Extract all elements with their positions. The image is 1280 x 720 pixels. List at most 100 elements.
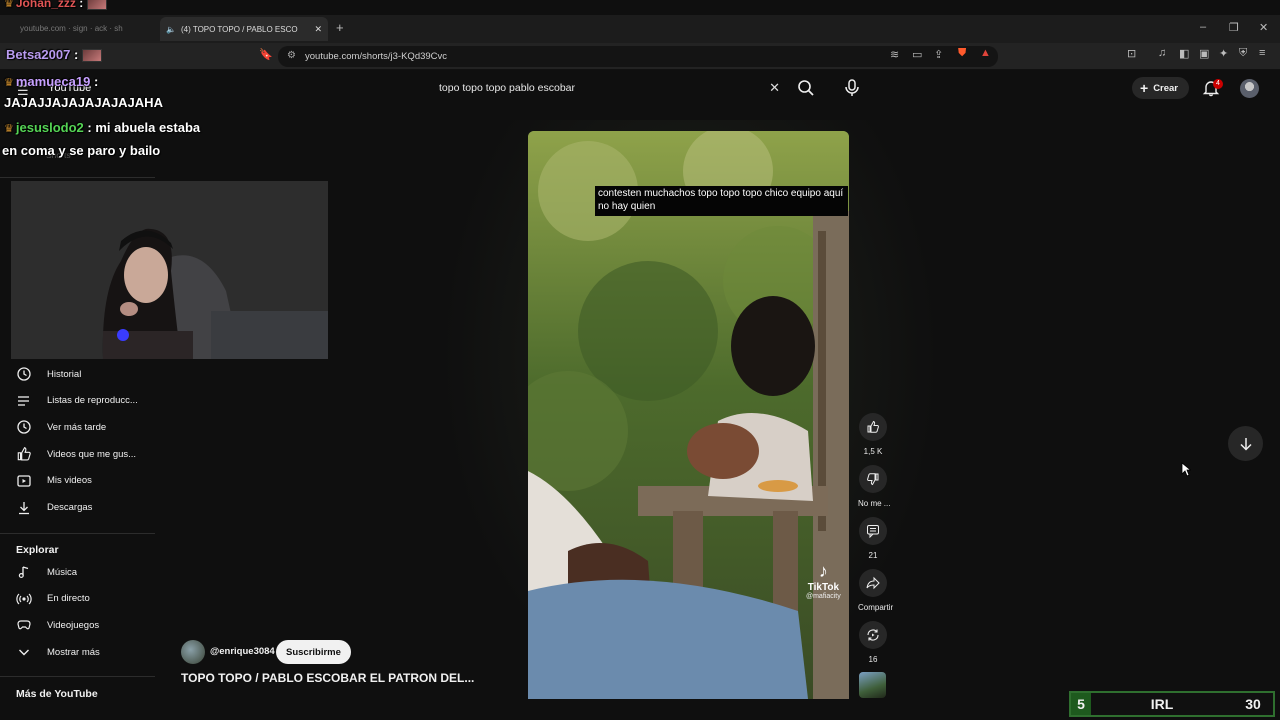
sidebar-toggle-icon[interactable]: ◧ [1179,47,1189,60]
search-query-text: topo topo topo pablo escobar [439,82,576,94]
sidebar-item-label: Mis videos [47,475,92,487]
subscribe-button[interactable]: Suscribirme [276,640,351,664]
media-icon[interactable]: ♫ [1158,47,1166,59]
comments-action[interactable]: 21 [858,517,888,560]
streamer-webcam [11,181,328,359]
share-page-icon[interactable]: ⇪ [934,48,943,61]
plus-icon: + [1140,80,1149,96]
vpn-icon[interactable]: ⛨ [1239,47,1247,60]
like-count: 1,5 K [863,447,883,456]
thumbs-up-icon [867,420,879,433]
remix-action[interactable]: 16 [858,621,888,664]
play-square-icon [16,473,32,489]
rewards-icon[interactable]: ▲ [980,47,991,59]
share-action[interactable]: Compartir [858,569,894,612]
next-short-button[interactable] [1228,426,1263,461]
chat-message: ♛ jesuslodo2 : mi abuela estaba [4,120,201,135]
arrow-down-icon [1239,437,1252,451]
channel-avatar[interactable] [181,640,205,664]
like-action[interactable]: 1,5 K [858,413,888,456]
tab-title: (4) TOPO TOPO / PABLO ESCO [180,24,298,34]
crown-badge-icon: ♛ [4,77,14,89]
brave-shield-icon[interactable]: ⛊ [958,47,966,60]
channel-name[interactable]: @enrique3084 [210,646,275,657]
reader-icon[interactable]: ≋ [890,48,899,61]
cast-icon[interactable]: ▭ [912,48,922,61]
like-button[interactable] [859,413,887,441]
thumbs-up-icon [16,446,32,462]
comment-count: 21 [868,551,878,560]
profile-avatar[interactable] [1240,79,1259,98]
share-button[interactable] [859,569,887,597]
chat-message-text: en coma y se paro y bailo [2,143,161,158]
sidebar-item-en-directo[interactable]: En directo [10,586,155,612]
minimize-button[interactable]: – [1200,21,1206,33]
crown-badge-icon: ♛ [4,123,14,135]
short-title[interactable]: TOPO TOPO / PABLO ESCOBAR EL PATRON DEL.… [181,671,474,685]
share-icon [866,576,880,590]
short-video-player[interactable]: ♪ TikTok @mafiacity [528,131,849,699]
voice-search-button[interactable] [842,77,862,99]
video-frame [528,131,849,699]
gamepad-icon [16,617,32,633]
leo-ai-icon[interactable]: ✦ [1219,47,1228,60]
dislike-action[interactable]: No me ... [858,465,890,508]
sidebar-item-videojuegos[interactable]: Videojuegos [10,612,155,638]
search-input[interactable]: topo topo topo pablo escobar ✕ [428,75,793,101]
score-label: IRL [1150,696,1174,712]
stream-scoreboard: 5 IRL 30 [1069,691,1275,717]
notification-badge: 4 [1213,79,1223,89]
screenshot-icon[interactable]: ⊡ [1127,47,1136,60]
sidebar-item-label: Historial [47,368,82,380]
close-window-button[interactable]: ✕ [1259,21,1268,34]
sidebar-item-mis-videos[interactable]: Mis videos [10,468,155,494]
sidebar-item-listas-de-reproducc[interactable]: Listas de reproducc... [10,388,155,414]
sidebar-item-ver-más-tarde[interactable]: Ver más tarde [10,414,155,440]
clear-search-icon[interactable]: ✕ [769,80,780,96]
microphone-icon [845,79,859,96]
share-label: Compartir [858,603,894,612]
sidebar-item-descargas[interactable]: Descargas [10,495,155,521]
dislike-button[interactable] [859,465,887,493]
sound-thumbnail[interactable] [859,672,886,698]
create-button[interactable]: + Crear [1132,77,1190,99]
history-icon [16,366,32,382]
tiktok-watermark: ♪ TikTok @mafiacity [806,561,841,600]
crown-badge-icon: ♛ [4,0,14,10]
search-button[interactable] [795,77,817,99]
chat-username: mamueca19 [15,74,91,89]
sidebar-item-música[interactable]: Música [10,559,155,585]
address-bar-row: 🔖 ⚙ youtube.com/shorts/j3-KQd39Cvc ≋ ▭ ⇪… [0,43,1280,70]
sidebar-item-label: Videojuegos [47,619,100,631]
remix-button[interactable] [859,621,887,649]
tab-close-icon[interactable]: ✕ [314,24,322,35]
more-youtube-title: Más de YouTube [16,688,98,700]
video-caption: contesten muchachos topo topo topo chico… [595,186,848,216]
sidebar-item-historial[interactable]: Historial [10,361,155,387]
bookmark-icon[interactable]: 🔖 [259,48,273,61]
clock-icon [16,419,32,435]
speaker-icon: 🔈 [166,24,176,34]
sidebar-item-label: Ver más tarde [47,421,107,433]
maximize-button[interactable]: ❐ [1229,21,1239,34]
site-info-icon[interactable]: ⚙ [287,50,296,61]
tiktok-handle-text: @mafiacity [806,593,841,600]
chat-message: ♛ mamueca19 : [4,74,99,89]
background-tab-text[interactable]: youtube.com · sign · ack · sh [20,24,123,33]
active-tab[interactable]: 🔈 (4) TOPO TOPO / PABLO ESCO ✕ [160,17,328,41]
search-icon [798,80,814,96]
new-tab-button[interactable]: + [336,20,344,35]
browser-menu-icon[interactable]: ≡ [1259,47,1265,59]
chat-message-text: mi abuela estaba [95,120,201,135]
sidebar-item-videos-que-me-gus[interactable]: Videos que me gus... [10,441,155,467]
remix-count: 16 [868,655,878,664]
comments-button[interactable] [859,517,887,545]
sidebar-item-mostrar-más[interactable]: Mostrar más [10,639,155,665]
webcam-image [11,181,328,359]
music-note-icon [16,564,32,580]
chat-message-text: JAJAJJAJAJAJAJAJAHA [4,95,163,110]
tiktok-brand-text: TikTok [807,582,840,593]
wallet-icon[interactable]: ▣ [1199,47,1209,60]
chat-message: ♛ Johan_zzz : [4,0,108,11]
download-icon [16,500,32,516]
